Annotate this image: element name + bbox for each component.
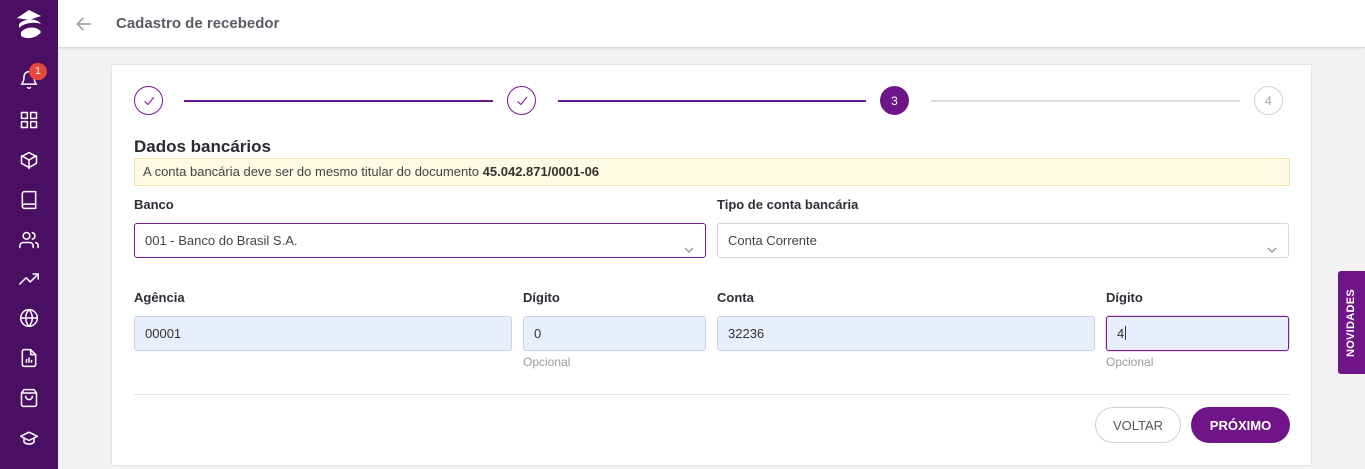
agency-input[interactable]: 00001	[134, 316, 512, 351]
users-icon[interactable]	[0, 220, 58, 260]
trending-up-icon[interactable]	[0, 259, 58, 299]
agency-digit-input[interactable]: 0	[523, 316, 706, 351]
brand-logo-icon[interactable]	[0, 0, 58, 48]
book-icon[interactable]	[0, 180, 58, 220]
notifications-bell-icon[interactable]	[0, 60, 58, 100]
notification-badge: 1	[29, 63, 47, 80]
chevron-down-icon	[1266, 235, 1278, 254]
account-input[interactable]: 32236	[717, 316, 1095, 351]
next-button[interactable]: PRÓXIMO	[1191, 407, 1290, 443]
bank-select-value: 001 - Banco do Brasil S.A.	[145, 233, 298, 248]
account-digit-hint: Opcional	[1106, 355, 1154, 369]
step-4-pending[interactable]: 4	[1254, 86, 1283, 115]
graduation-cap-icon[interactable]	[0, 418, 58, 458]
step-2-completed[interactable]	[507, 86, 536, 115]
account-digit-label: Dígito	[1106, 290, 1143, 305]
section-title: Dados bancários	[134, 137, 271, 156]
page-title: Cadastro de recebedor	[116, 15, 280, 32]
account-digit-input[interactable]: 4	[1106, 316, 1289, 351]
step-connector-3	[931, 100, 1240, 102]
dashboard-grid-icon[interactable]	[0, 100, 58, 140]
sidebar: 1	[0, 0, 58, 469]
bank-label: Banco	[134, 197, 174, 212]
account-type-label: Tipo de conta bancária	[717, 197, 859, 212]
check-icon	[516, 96, 527, 105]
account-type-select[interactable]: Conta Corrente	[717, 223, 1289, 258]
products-box-icon[interactable]	[0, 140, 58, 180]
back-button[interactable]: VOLTAR	[1095, 407, 1181, 443]
divider	[134, 394, 1290, 395]
step-connector-2	[558, 100, 866, 102]
alert-text: A conta bancária deve ser do mesmo titul…	[143, 164, 480, 179]
agency-digit-label: Dígito	[523, 290, 560, 305]
check-icon	[143, 96, 154, 105]
globe-icon[interactable]	[0, 298, 58, 338]
back-arrow-icon[interactable]	[74, 14, 94, 34]
chevron-down-icon	[683, 235, 695, 254]
step-3-active[interactable]: 3	[880, 86, 909, 115]
account-type-value: Conta Corrente	[728, 233, 817, 248]
form-card	[111, 64, 1312, 466]
report-file-icon[interactable]	[0, 338, 58, 378]
novidades-label: NOVIDADES	[1345, 288, 1358, 357]
account-digit-value: 4	[1117, 326, 1125, 341]
agency-digit-hint: Opcional	[523, 355, 571, 369]
bank-select[interactable]: 001 - Banco do Brasil S.A.	[134, 223, 706, 258]
agency-label: Agência	[134, 290, 185, 305]
step-1-completed[interactable]	[134, 86, 163, 115]
novidades-tab[interactable]: NOVIDADES	[1338, 271, 1365, 374]
ownership-alert: A conta bancária deve ser do mesmo titul…	[134, 158, 1290, 186]
alert-document: 45.042.871/0001-06	[482, 164, 600, 179]
step-connector-1	[184, 100, 493, 102]
shopping-bag-icon[interactable]	[0, 378, 58, 418]
top-header: Cadastro de recebedor	[58, 0, 1365, 48]
account-label: Conta	[717, 290, 754, 305]
text-caret	[1125, 326, 1127, 340]
